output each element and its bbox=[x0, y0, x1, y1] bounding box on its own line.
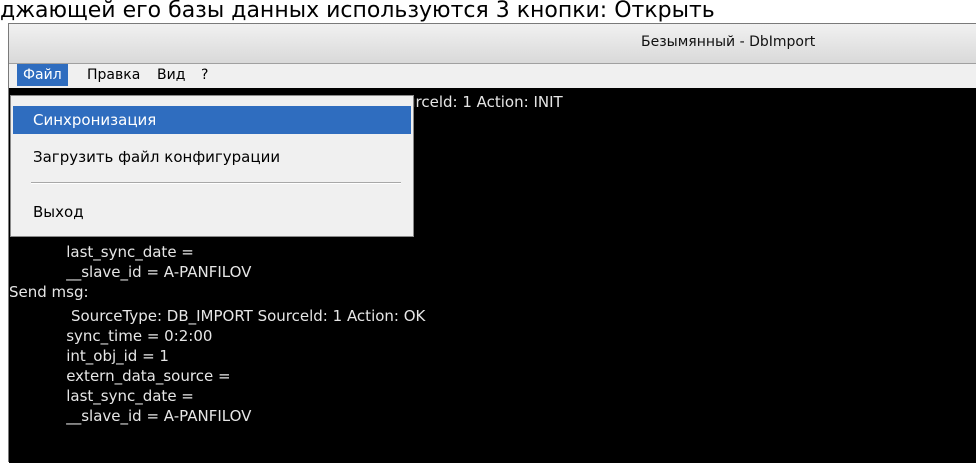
document-top-text-fragment: джающей его базы данных используются 3 к… bbox=[0, 0, 715, 22]
console-line: __slave_id = A-PANFILOV bbox=[9, 263, 252, 281]
console-line: last_sync_date = bbox=[9, 387, 194, 405]
window-title: Безымянный - DbImport bbox=[641, 34, 816, 50]
menu-item-sync[interactable]: Синхронизация bbox=[13, 106, 411, 134]
menu-item-load-config[interactable]: Загрузить файл конфигурации bbox=[13, 143, 411, 171]
console-line: __slave_id = A-PANFILOV bbox=[9, 407, 252, 425]
console-line: sync_time = 0:2:00 bbox=[9, 327, 213, 345]
title-bar: Безымянный - DbImport bbox=[9, 24, 976, 64]
console-line: extern_data_source = bbox=[9, 367, 231, 385]
console-line: SourceType: DB_IMPORT Sourceld: 1 Action… bbox=[9, 307, 426, 325]
menu-view[interactable]: Вид bbox=[151, 64, 191, 86]
menu-bar: Файл Правка Вид ? bbox=[9, 64, 976, 88]
file-dropdown-menu: Синхронизация Загрузить файл конфигураци… bbox=[10, 95, 414, 237]
menu-item-exit[interactable]: Выход bbox=[13, 198, 411, 226]
menu-file[interactable]: Файл bbox=[17, 64, 68, 86]
menu-edit[interactable]: Правка bbox=[81, 64, 146, 86]
menu-separator bbox=[31, 182, 401, 184]
console-line: last_sync_date = bbox=[9, 243, 194, 261]
console-line: Send msg: bbox=[9, 283, 89, 301]
console-line: urceld: 1 Action: INIT bbox=[406, 93, 563, 111]
dbimport-window: Безымянный - DbImport Файл Правка Вид ? … bbox=[8, 23, 976, 463]
menu-help[interactable]: ? bbox=[195, 64, 214, 86]
console-line: int_obj_id = 1 bbox=[9, 347, 169, 365]
